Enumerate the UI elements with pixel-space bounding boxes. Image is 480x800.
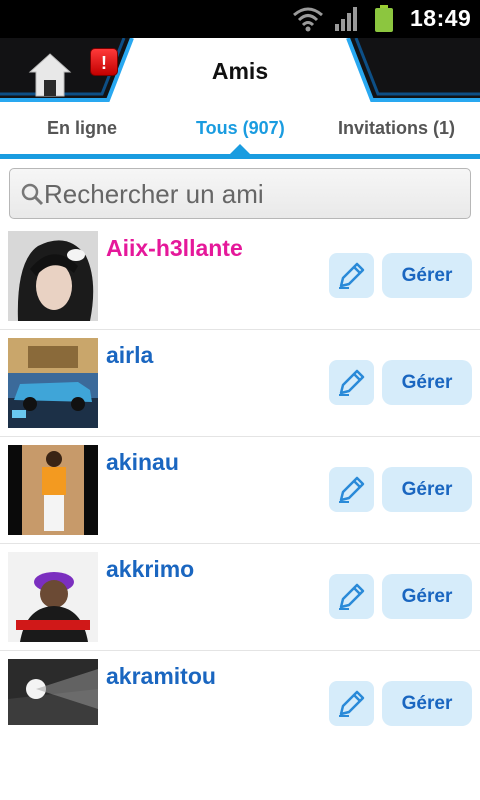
edit-button[interactable] [329, 681, 374, 726]
manage-button[interactable]: Gérer [382, 681, 472, 726]
manage-button[interactable]: Gérer [382, 574, 472, 619]
list-item[interactable]: airla Gérer [0, 330, 480, 437]
search-input[interactable] [44, 177, 464, 211]
avatar[interactable] [8, 338, 98, 428]
avatar[interactable] [8, 231, 98, 321]
app-header: ! Amis [0, 38, 480, 108]
list-item[interactable]: akramitou Gérer [0, 651, 480, 758]
avatar[interactable] [8, 659, 98, 725]
clock: 18:49 [410, 5, 472, 31]
avatar[interactable] [8, 445, 98, 535]
notification-badge: ! [90, 48, 118, 76]
signal-icon [335, 7, 357, 31]
page-title: Amis [211, 58, 269, 84]
pencil-icon [339, 690, 365, 717]
friend-name[interactable]: akinau [106, 449, 179, 476]
pencil-icon [339, 262, 365, 289]
tab-invitations[interactable]: Invitations (1) [338, 118, 455, 139]
friend-list: Aiix-h3llante Gérer airla Gérer akinau G… [0, 223, 480, 758]
list-item[interactable]: akinau Gérer [0, 437, 480, 544]
wifi-icon [293, 7, 323, 32]
status-bar: 18:49 [0, 0, 480, 38]
search-icon [21, 183, 44, 206]
edit-button[interactable] [329, 253, 374, 298]
avatar[interactable] [8, 552, 98, 642]
search-bar[interactable] [9, 168, 471, 219]
pencil-icon [339, 476, 365, 503]
friend-name[interactable]: Aiix-h3llante [106, 235, 243, 262]
edit-button[interactable] [329, 360, 374, 405]
home-button[interactable]: ! [28, 46, 118, 102]
edit-button[interactable] [329, 574, 374, 619]
battery-icon [375, 5, 393, 32]
friend-name[interactable]: airla [106, 342, 153, 369]
friend-name[interactable]: akramitou [106, 663, 216, 690]
list-item[interactable]: akkrimo Gérer [0, 544, 480, 651]
list-item[interactable]: Aiix-h3llante Gérer [0, 223, 480, 330]
manage-button[interactable]: Gérer [382, 253, 472, 298]
manage-button[interactable]: Gérer [382, 467, 472, 512]
tab-all[interactable]: Tous (907) [196, 118, 285, 139]
edit-button[interactable] [329, 467, 374, 512]
tab-online[interactable]: En ligne [47, 118, 117, 139]
tab-underline [0, 154, 480, 159]
manage-button[interactable]: Gérer [382, 360, 472, 405]
friend-name[interactable]: akkrimo [106, 556, 194, 583]
active-tab-indicator [230, 144, 250, 154]
pencil-icon [339, 583, 365, 610]
pencil-icon [339, 369, 365, 396]
tab-bar: En ligne Tous (907) Invitations (1) [0, 108, 480, 154]
home-icon [28, 53, 72, 97]
